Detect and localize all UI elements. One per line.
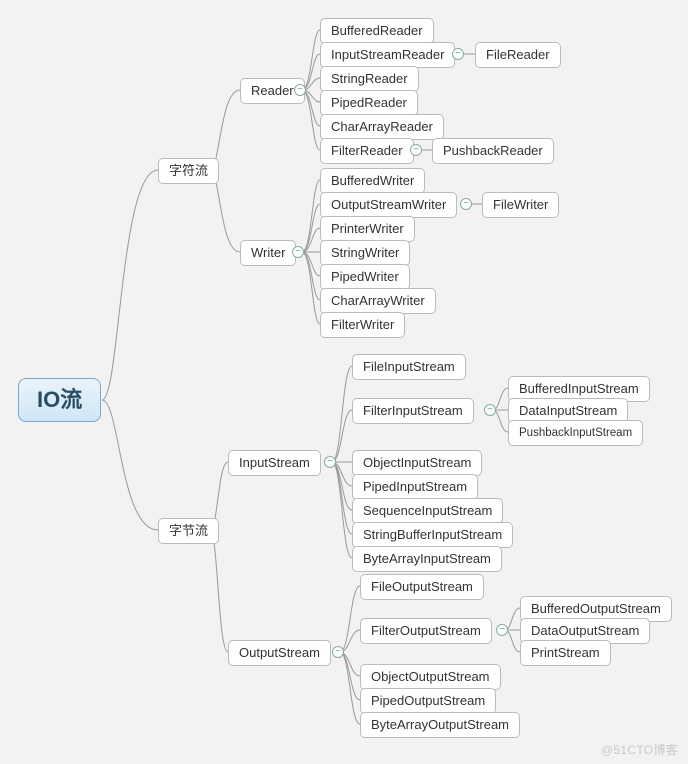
node-bytearrayinputstream: ByteArrayInputStream <box>352 546 502 572</box>
node-pipedreader: PipedReader <box>320 90 418 116</box>
node-writer: Writer <box>240 240 296 266</box>
node-stringbufferinputstream: StringBufferInputStream <box>352 522 513 548</box>
node-stringreader: StringReader <box>320 66 419 92</box>
node-pipedinputstream: PipedInputStream <box>352 474 478 500</box>
node-filterreader: FilterReader <box>320 138 414 164</box>
node-fileoutputstream: FileOutputStream <box>360 574 484 600</box>
node-objectinputstream: ObjectInputStream <box>352 450 482 476</box>
node-fileinputstream: FileInputStream <box>352 354 466 380</box>
node-pipedwriter: PipedWriter <box>320 264 410 290</box>
collapse-icon[interactable]: − <box>460 198 472 210</box>
node-filewriter: FileWriter <box>482 192 559 218</box>
collapse-icon[interactable]: − <box>452 48 464 60</box>
node-bytearrayoutputstream: ByteArrayOutputStream <box>360 712 520 738</box>
collapse-icon[interactable]: − <box>294 84 306 96</box>
node-byte-stream: 字节流 <box>158 518 219 544</box>
node-stringwriter: StringWriter <box>320 240 410 266</box>
node-inputstream: InputStream <box>228 450 321 476</box>
collapse-icon[interactable]: − <box>324 456 336 468</box>
node-objectoutputstream: ObjectOutputStream <box>360 664 501 690</box>
node-filteroutputstream: FilterOutputStream <box>360 618 492 644</box>
collapse-icon[interactable]: − <box>484 404 496 416</box>
node-char-stream: 字符流 <box>158 158 219 184</box>
node-bufferedreader: BufferedReader <box>320 18 434 44</box>
node-outputstream: OutputStream <box>228 640 331 666</box>
collapse-icon[interactable]: − <box>410 144 422 156</box>
node-filterinputstream: FilterInputStream <box>352 398 474 424</box>
node-printerwriter: PrinterWriter <box>320 216 415 242</box>
node-pushbackreader: PushbackReader <box>432 138 554 164</box>
node-pushbackinputstream: PushbackInputStream <box>508 420 643 446</box>
collapse-icon[interactable]: − <box>292 246 304 258</box>
root-node: IO流 <box>18 378 101 422</box>
collapse-icon[interactable]: − <box>496 624 508 636</box>
node-filterwriter: FilterWriter <box>320 312 405 338</box>
node-sequenceinputstream: SequenceInputStream <box>352 498 503 524</box>
node-pipedoutputstream: PipedOutputStream <box>360 688 496 714</box>
node-filereader: FileReader <box>475 42 561 68</box>
node-bufferedwriter: BufferedWriter <box>320 168 425 194</box>
node-outputstreamwriter: OutputStreamWriter <box>320 192 457 218</box>
watermark: @51CTO博客 <box>601 741 678 758</box>
node-chararraywriter: CharArrayWriter <box>320 288 436 314</box>
node-printstream: PrintStream <box>520 640 611 666</box>
collapse-icon[interactable]: − <box>332 646 344 658</box>
node-chararrayreader: CharArrayReader <box>320 114 444 140</box>
node-inputstreamreader: InputStreamReader <box>320 42 455 68</box>
